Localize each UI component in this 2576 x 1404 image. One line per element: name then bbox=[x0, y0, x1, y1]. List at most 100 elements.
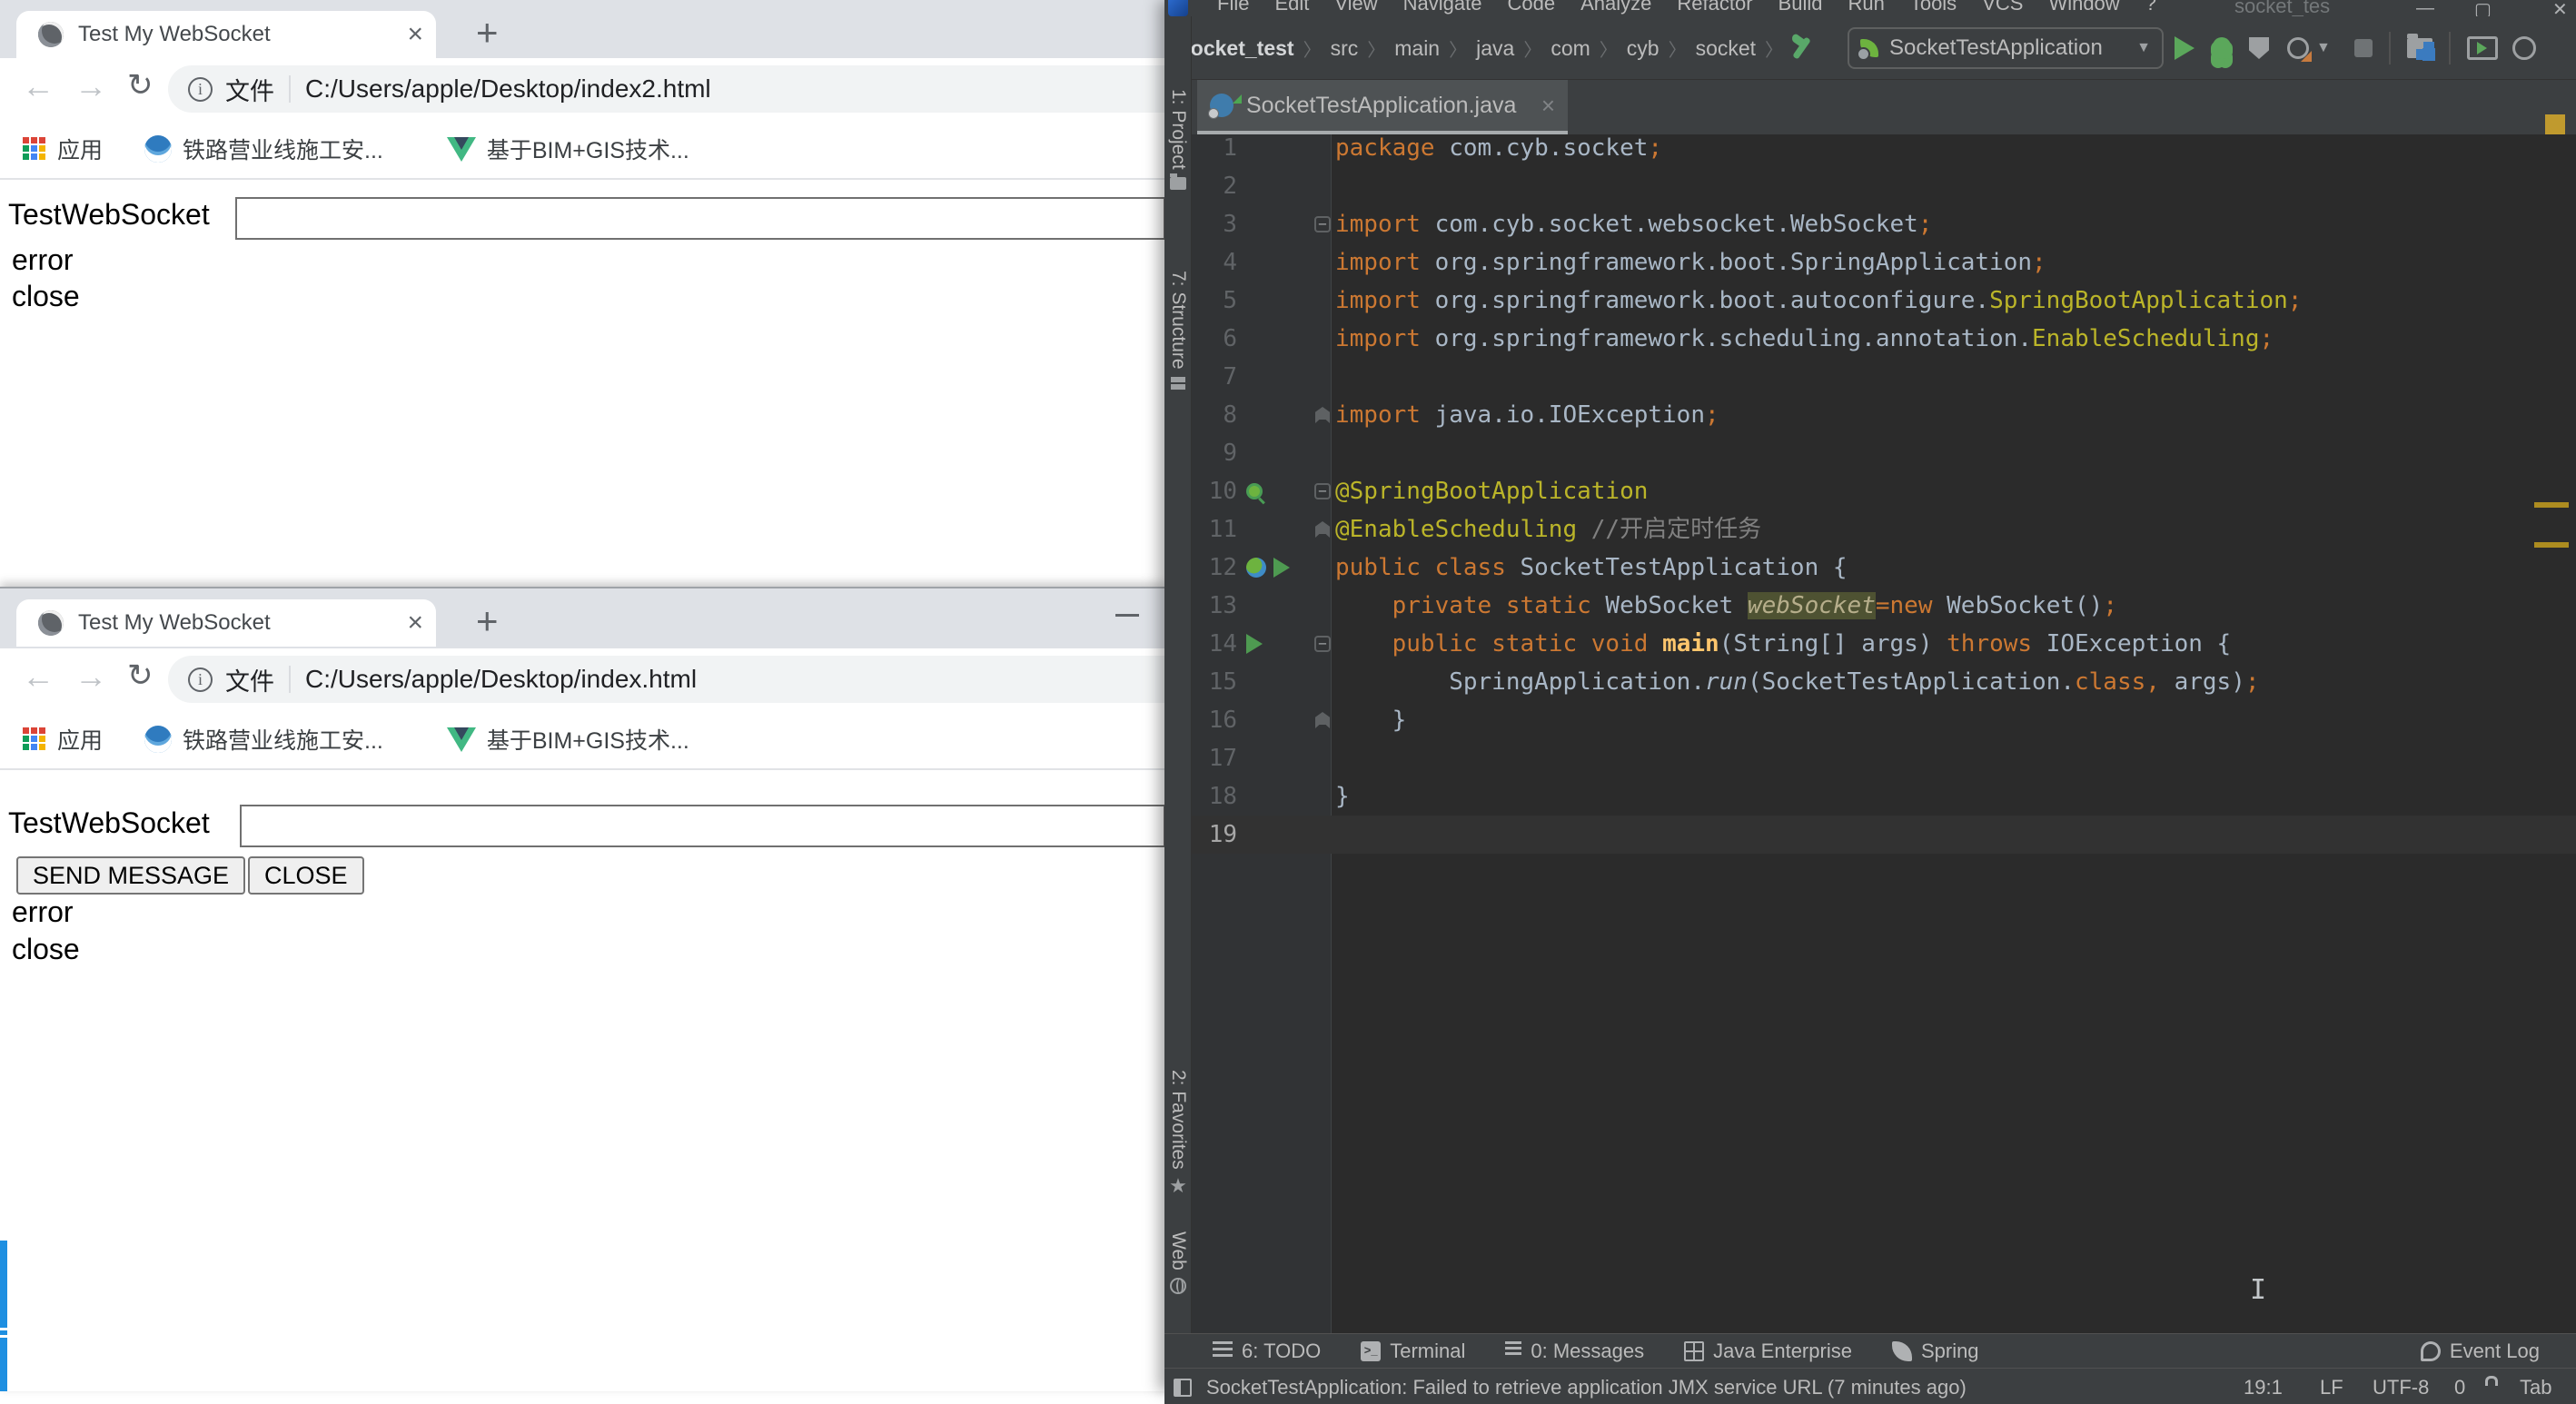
toolwindow-todo-button[interactable]: 6: TODO bbox=[1213, 1340, 1321, 1363]
menu-vcs[interactable]: VCS bbox=[1969, 0, 2036, 15]
fold-end-icon[interactable] bbox=[1315, 521, 1330, 538]
code-line[interactable]: 18} bbox=[1192, 777, 2576, 816]
breadcrumb-socket[interactable]: socket bbox=[1696, 36, 1756, 61]
code-line[interactable]: 5 import org.springframework.boot.autocon… bbox=[1192, 282, 2576, 320]
menu-file[interactable]: File bbox=[1204, 0, 1262, 15]
code-line[interactable]: 11 @EnableScheduling //开启定时任务 bbox=[1192, 510, 2576, 549]
ide-minimize-button[interactable]: — bbox=[2416, 0, 2434, 16]
toolwindow-java-enterprise-button[interactable]: Java Enterprise bbox=[1684, 1340, 1852, 1363]
caret-position[interactable]: 19:1 bbox=[2244, 1376, 2283, 1399]
scrollbar-warning-stripe[interactable] bbox=[2534, 542, 2569, 548]
menu-run[interactable]: Run bbox=[1835, 0, 1897, 15]
browser-tab[interactable]: Test My WebSocket × bbox=[16, 11, 436, 58]
code-line[interactable]: 15 SpringApplication.run(SocketTestAppli… bbox=[1192, 663, 2576, 701]
toolwindow-project-button[interactable]: 1: Project bbox=[1164, 89, 1192, 190]
breadcrumb-src[interactable]: src bbox=[1331, 36, 1359, 61]
code-line[interactable]: 16 } bbox=[1192, 701, 2576, 739]
run-button[interactable] bbox=[2175, 36, 2195, 60]
tab-close-icon[interactable]: × bbox=[1541, 92, 1555, 120]
code-line[interactable]: 12 public class SocketTestApplication { bbox=[1192, 549, 2576, 587]
menu-refactor[interactable]: Refactor bbox=[1664, 0, 1765, 15]
breadcrumb-main[interactable]: main bbox=[1394, 36, 1440, 61]
send-message-button[interactable]: SEND MESSAGE bbox=[16, 856, 246, 895]
tab-close-icon[interactable]: × bbox=[407, 21, 423, 48]
menu-window[interactable]: Window bbox=[2036, 0, 2132, 15]
code-line[interactable]: 1 package com.cyb.socket; bbox=[1192, 134, 2576, 167]
menu-navigate[interactable]: Navigate bbox=[1391, 0, 1495, 15]
forward-icon[interactable]: → bbox=[74, 658, 107, 696]
code-line[interactable]: 2 bbox=[1192, 167, 2576, 205]
run-toolwindow-icon[interactable] bbox=[2466, 36, 2498, 60]
toolwindow-web-button[interactable]: Web bbox=[1164, 1231, 1192, 1294]
toolwindow-toggle-icon[interactable] bbox=[1174, 1379, 1192, 1397]
close-button[interactable]: CLOSE bbox=[248, 856, 364, 895]
bookmark-railway[interactable]: 铁路营业线施工安... bbox=[183, 133, 383, 165]
code-line[interactable]: 6 import org.springframework.scheduling.a… bbox=[1192, 320, 2576, 358]
code-line[interactable]: 17 bbox=[1192, 739, 2576, 777]
bookmark-apps[interactable]: 应用 bbox=[57, 133, 103, 165]
toolwindow-spring-button[interactable]: Spring bbox=[1891, 1340, 1979, 1363]
line-separator[interactable]: LF bbox=[2320, 1376, 2343, 1399]
bookmark-bim-gis[interactable]: 基于BIM+GIS技术... bbox=[487, 133, 689, 165]
editor-tab[interactable]: SocketTestApplication.java × bbox=[1197, 80, 1568, 134]
toolwindow-favorites-button[interactable]: 2: Favorites ★ bbox=[1164, 1070, 1192, 1195]
menu-code[interactable]: Code bbox=[1495, 0, 1569, 15]
status-message[interactable]: SocketTestApplication: Failed to retriev… bbox=[1206, 1376, 1967, 1399]
bookmark-bim-gis[interactable]: 基于BIM+GIS技术... bbox=[487, 723, 689, 756]
spring-search-icon[interactable] bbox=[1246, 483, 1263, 499]
vue-favicon-icon[interactable] bbox=[446, 727, 476, 752]
url-text[interactable]: C:/Users/apple/Desktop/index.html bbox=[305, 665, 697, 694]
apps-grid-icon[interactable] bbox=[23, 137, 46, 161]
reload-icon[interactable]: ↻ bbox=[127, 658, 154, 694]
event-log-button[interactable]: Event Log bbox=[2420, 1340, 2540, 1363]
fold-end-icon[interactable] bbox=[1315, 407, 1330, 423]
code-line[interactable]: 8 import java.io.IOException; bbox=[1192, 396, 2576, 434]
fold-minus-icon[interactable]: − bbox=[1314, 636, 1331, 652]
fold-minus-icon[interactable]: − bbox=[1314, 216, 1331, 232]
code-line[interactable]: 9 bbox=[1192, 434, 2576, 472]
menu-build[interactable]: Build bbox=[1766, 0, 1836, 15]
back-icon[interactable]: ← bbox=[22, 67, 54, 105]
search-everywhere-icon[interactable] bbox=[2512, 36, 2536, 60]
debug-button[interactable] bbox=[2213, 37, 2231, 59]
toolwindow-messages-button[interactable]: 0: Messages bbox=[1505, 1340, 1644, 1363]
new-tab-button[interactable]: + bbox=[476, 599, 499, 643]
breadcrumb-project[interactable]: socket_test bbox=[1179, 36, 1294, 61]
address-bar[interactable]: i 文件 C:/Users/apple/Desktop/index2.html bbox=[168, 65, 1165, 113]
forward-icon[interactable]: → bbox=[74, 67, 107, 105]
code-line[interactable]: 14 − public static void main(String[] arg… bbox=[1192, 625, 2576, 663]
menu-help[interactable]: ? bbox=[2133, 0, 2169, 15]
back-icon[interactable]: ← bbox=[22, 658, 54, 696]
bookmark-apps[interactable]: 应用 bbox=[57, 723, 103, 756]
coverage-button[interactable] bbox=[2249, 37, 2269, 59]
window-minimize-button[interactable] bbox=[1115, 614, 1139, 617]
vue-favicon-icon[interactable] bbox=[446, 136, 476, 162]
spring-bean-icon[interactable] bbox=[1246, 558, 1266, 578]
menu-view[interactable]: View bbox=[1322, 0, 1390, 15]
stop-button[interactable] bbox=[2353, 39, 2373, 57]
tab-close-icon[interactable]: × bbox=[407, 609, 423, 637]
run-icon[interactable] bbox=[1246, 634, 1263, 654]
breadcrumb-com[interactable]: com bbox=[1551, 36, 1590, 61]
bookmark-railway[interactable]: 铁路营业线施工安... bbox=[183, 723, 383, 756]
code-editor[interactable]: 1 package com.cyb.socket; 2 3− import com.cy… bbox=[1192, 134, 2576, 1333]
file-encoding[interactable]: UTF-8 bbox=[2373, 1376, 2429, 1399]
message-input[interactable] bbox=[240, 805, 1165, 847]
code-line[interactable]: 10 − @SpringBootApplication bbox=[1192, 472, 2576, 510]
info-icon[interactable]: i bbox=[188, 76, 213, 102]
indent-info[interactable]: Tab bbox=[2520, 1376, 2551, 1399]
ide-close-button[interactable]: ✕ bbox=[2552, 0, 2568, 16]
fold-end-icon[interactable] bbox=[1315, 712, 1330, 728]
info-icon[interactable]: i bbox=[188, 667, 213, 692]
railway-favicon-icon[interactable] bbox=[144, 135, 173, 163]
toolwindow-structure-button[interactable]: 7: Structure bbox=[1164, 271, 1192, 393]
menu-analyze[interactable]: Analyze bbox=[1568, 0, 1664, 15]
breadcrumb-cyb[interactable]: cyb bbox=[1627, 36, 1660, 61]
toolwindow-terminal-button[interactable]: >_ Terminal bbox=[1361, 1340, 1465, 1363]
menu-tools[interactable]: Tools bbox=[1897, 0, 1969, 15]
menu-edit[interactable]: Edit bbox=[1262, 0, 1322, 15]
run-icon[interactable] bbox=[1273, 558, 1290, 578]
address-bar[interactable]: i 文件 C:/Users/apple/Desktop/index.html bbox=[168, 656, 1165, 703]
scrollbar-warning-stripe[interactable] bbox=[2534, 502, 2569, 508]
code-line[interactable]: 3 − import com.cyb.socket.websocket.WebSoc… bbox=[1192, 205, 2576, 243]
